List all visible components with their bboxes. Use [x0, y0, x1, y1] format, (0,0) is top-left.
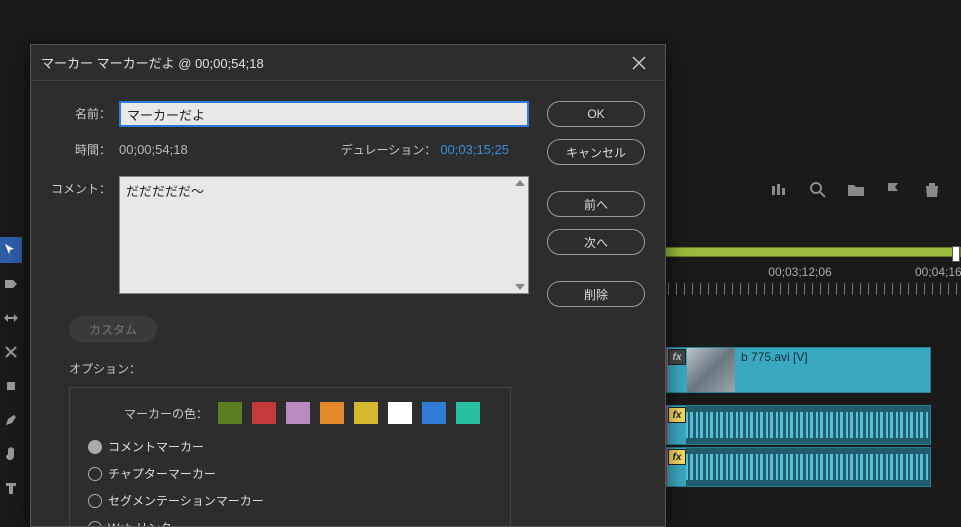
type-tool-icon[interactable]	[0, 475, 22, 501]
name-input[interactable]	[119, 101, 529, 127]
dialog-titlebar: マーカー マーカーだよ @ 00;00;54;18	[31, 45, 665, 81]
ripple-edit-icon[interactable]	[0, 305, 22, 331]
color-swatch[interactable]	[354, 402, 378, 424]
duration-value[interactable]: 00;03;15;25	[436, 142, 509, 157]
color-swatch[interactable]	[286, 402, 310, 424]
scroll-up-icon[interactable]	[515, 180, 525, 186]
audio-track[interactable]: fx	[660, 447, 931, 487]
clip-thumbnail	[687, 348, 735, 392]
cancel-button[interactable]: キャンセル	[547, 139, 645, 165]
radio-web-link[interactable]: Web リンク	[88, 519, 492, 526]
ruler-tick-label: 00;04;16;	[915, 265, 961, 279]
video-track[interactable]: fx b 775.avi [V]	[660, 347, 931, 393]
audio-clip[interactable]: fx	[660, 447, 931, 487]
close-icon[interactable]	[623, 47, 655, 79]
fx-badge-icon[interactable]: fx	[668, 449, 686, 465]
options-group: マーカーの色： コメントマーカー チャプターマーカー セグメンテーションマーカー	[69, 387, 511, 526]
selection-tool-icon[interactable]	[0, 237, 22, 263]
track-select-icon[interactable]	[0, 271, 22, 297]
dialog-title: マーカー マーカーだよ @ 00;00;54;18	[41, 53, 623, 72]
next-button[interactable]: 次へ	[547, 229, 645, 255]
razor-tool-icon[interactable]	[0, 339, 22, 365]
marker-color-label: マーカーの色：	[88, 405, 208, 422]
radio-icon	[88, 494, 102, 508]
bars-icon[interactable]	[771, 181, 789, 202]
radio-icon	[88, 467, 102, 481]
radio-label: Web リンク	[108, 519, 172, 526]
timeline-panel: 00;03;12;06 00;04;16; fx b 775.avi [V] f…	[660, 247, 961, 527]
radio-label: セグメンテーションマーカー	[108, 492, 264, 509]
color-swatch[interactable]	[252, 402, 276, 424]
comment-label: コメント：	[51, 176, 119, 197]
tool-strip	[0, 172, 22, 501]
radio-comment-marker[interactable]: コメントマーカー	[88, 438, 492, 455]
ruler-tick-label: 00;03;12;06	[768, 265, 831, 279]
video-clip[interactable]: fx b 775.avi [V]	[660, 347, 931, 393]
radio-icon	[88, 521, 102, 527]
delete-button[interactable]: 削除	[547, 281, 645, 307]
time-label: 時間：	[51, 141, 119, 158]
fx-badge-icon[interactable]: fx	[668, 407, 686, 423]
hand-tool-icon[interactable]	[0, 441, 22, 467]
flag-icon[interactable]	[885, 181, 903, 202]
time-value[interactable]: 00;00;54;18	[119, 142, 229, 157]
color-swatch[interactable]	[218, 402, 242, 424]
waveform-icon	[686, 448, 930, 486]
pen-tool-icon[interactable]	[0, 407, 22, 433]
radio-chapter-marker[interactable]: チャプターマーカー	[88, 465, 492, 482]
timeline-ruler[interactable]: 00;03;12;06 00;04;16;	[660, 265, 961, 295]
scroll-down-icon[interactable]	[515, 284, 525, 290]
search-icon[interactable]	[809, 181, 827, 202]
trash-icon[interactable]	[923, 181, 941, 202]
color-swatch[interactable]	[388, 402, 412, 424]
name-label: 名前：	[51, 101, 119, 122]
radio-label: チャプターマーカー	[108, 465, 216, 482]
slip-tool-icon[interactable]	[0, 373, 22, 399]
waveform-icon	[686, 406, 930, 444]
radio-icon	[88, 440, 102, 454]
color-swatch[interactable]	[456, 402, 480, 424]
duration-label: デュレーション：	[341, 141, 437, 158]
color-swatch[interactable]	[422, 402, 446, 424]
fx-badge-icon[interactable]: fx	[668, 349, 686, 365]
folder-icon[interactable]	[847, 181, 865, 202]
options-label: オプション：	[69, 360, 529, 377]
custom-button: カスタム	[69, 316, 157, 342]
prev-button[interactable]: 前へ	[547, 191, 645, 217]
textarea-scrollbar[interactable]	[513, 178, 527, 292]
radio-label: コメントマーカー	[108, 438, 204, 455]
panel-icon-row	[771, 181, 941, 202]
radio-segmentation-marker[interactable]: セグメンテーションマーカー	[88, 492, 492, 509]
audio-clip[interactable]: fx	[660, 405, 931, 445]
comment-textarea[interactable]	[119, 176, 529, 294]
clip-label: b 775.avi [V]	[735, 348, 814, 366]
timeline-scale-bar[interactable]	[660, 247, 961, 257]
ok-button[interactable]: OK	[547, 101, 645, 127]
color-swatch[interactable]	[320, 402, 344, 424]
marker-dialog: マーカー マーカーだよ @ 00;00;54;18 名前： 時間： 00;00;…	[30, 44, 666, 527]
audio-track[interactable]: fx	[660, 405, 931, 445]
